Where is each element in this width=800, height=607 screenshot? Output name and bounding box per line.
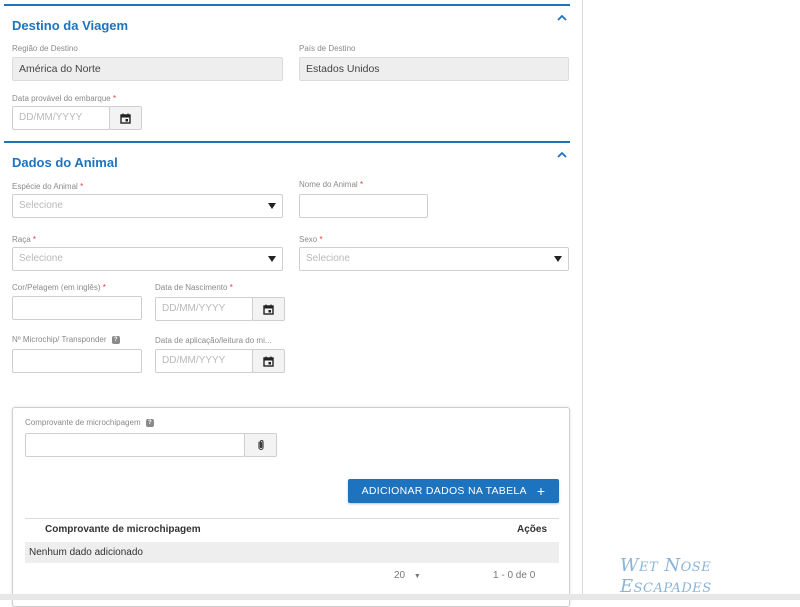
especie-label: Espécie do Animal * [12, 182, 83, 191]
embarque-calendar-button[interactable] [109, 106, 142, 130]
form-panel: Destino da Viagem Região de Destino Amér… [0, 0, 583, 607]
sexo-label-text: Sexo [299, 235, 318, 244]
especie-placeholder: Selecione [19, 200, 63, 211]
help-icon[interactable]: ? [145, 418, 154, 427]
caret-down-icon: ▼ [413, 573, 421, 580]
raca-placeholder: Selecione [19, 253, 63, 264]
microchip-label: Nº Microchip/ Transponder ? [12, 335, 120, 344]
raca-select[interactable]: Selecione [12, 247, 283, 271]
calendar-icon [263, 304, 274, 315]
nome-label-text: Nome do Animal [299, 180, 358, 189]
add-to-table-label: ADICIONAR DADOS NA TABELA [361, 485, 527, 497]
watermark: Wet Nose Escapades [620, 555, 712, 597]
page-size-value: 20 [394, 570, 406, 581]
especie-label-text: Espécie do Animal [12, 182, 78, 191]
column-header-acoes: Ações [516, 524, 547, 535]
caret-down-icon [554, 256, 562, 262]
embarque-label-text: Data provável do embarque [12, 94, 111, 103]
pais-field: Estados Unidos [299, 57, 569, 81]
nascimento-label: Data de Nascimento * [155, 283, 233, 292]
required-mark: * [102, 283, 106, 292]
nome-input[interactable] [299, 194, 428, 218]
add-to-table-button[interactable]: ADICIONAR DADOS NA TABELA + [348, 479, 559, 503]
chevron-up-icon[interactable] [555, 11, 569, 25]
plus-icon: + [536, 483, 546, 499]
microchip-input[interactable] [12, 349, 142, 373]
nascimento-label-text: Data de Nascimento [155, 283, 228, 292]
caret-down-icon [268, 256, 276, 262]
attach-button[interactable] [244, 433, 277, 457]
nascimento-date-input[interactable]: DD/MM/YYYY [155, 297, 253, 321]
section-title-animal: Dados do Animal [12, 155, 118, 170]
especie-select[interactable]: Selecione [12, 194, 283, 218]
sexo-label: Sexo * [299, 235, 323, 244]
nascimento-calendar-button[interactable] [252, 297, 285, 321]
column-header-comprovante: Comprovante de microchipagem [45, 524, 201, 535]
regiao-label: Região de Destino [12, 44, 78, 53]
sexo-select[interactable]: Selecione [299, 247, 569, 271]
sexo-placeholder: Selecione [306, 253, 350, 264]
calendar-icon [120, 113, 131, 124]
embarque-date-input[interactable]: DD/MM/YYYY [12, 106, 110, 130]
aplicacao-date-input[interactable]: DD/MM/YYYY [155, 349, 253, 373]
caret-down-icon [268, 203, 276, 209]
raca-label-text: Raça [12, 235, 31, 244]
table-empty-row: Nenhum dado adicionado [25, 542, 559, 563]
cor-input[interactable] [12, 296, 142, 320]
pager-range: 1 - 0 de 0 [493, 570, 536, 581]
aplicacao-label: Data de aplicação/leitura do mi... [155, 336, 272, 345]
comprovante-file-input[interactable] [25, 433, 245, 457]
aplicacao-calendar-button[interactable] [252, 349, 285, 373]
comprovante-card: Comprovante de microchipagem ? ADICIONAR… [12, 407, 570, 607]
required-mark: * [32, 235, 37, 244]
chevron-up-icon[interactable] [555, 148, 569, 162]
cor-label: Cor/Pelagem (em inglês) * [12, 283, 106, 292]
required-mark: * [319, 235, 323, 244]
pais-label: País de Destino [299, 44, 356, 53]
section-title-destino: Destino da Viagem [12, 18, 129, 33]
section-divider [4, 141, 570, 143]
page-size-select[interactable]: 20 ▼ [394, 570, 421, 581]
paperclip-icon [257, 440, 264, 451]
calendar-icon [263, 356, 274, 367]
table-header: Comprovante de microchipagem Ações [25, 518, 559, 542]
microchip-label-text: Nº Microchip/ Transponder [12, 335, 107, 344]
required-mark: * [229, 283, 233, 292]
embarque-label: Data provável do embarque * [12, 94, 116, 103]
cor-label-text: Cor/Pelagem (em inglês) [12, 283, 101, 292]
required-mark: * [80, 182, 84, 191]
section-divider [4, 4, 570, 6]
bottom-scrollbar[interactable] [0, 594, 800, 600]
required-mark: * [359, 180, 364, 189]
comprovante-label: Comprovante de microchipagem ? [25, 418, 154, 427]
raca-label: Raça * [12, 235, 36, 244]
required-mark: * [112, 94, 117, 103]
regiao-field: América do Norte [12, 57, 283, 81]
nome-label: Nome do Animal * [299, 180, 363, 189]
help-icon[interactable]: ? [111, 335, 120, 344]
comprovante-label-text: Comprovante de microchipagem [25, 418, 141, 427]
